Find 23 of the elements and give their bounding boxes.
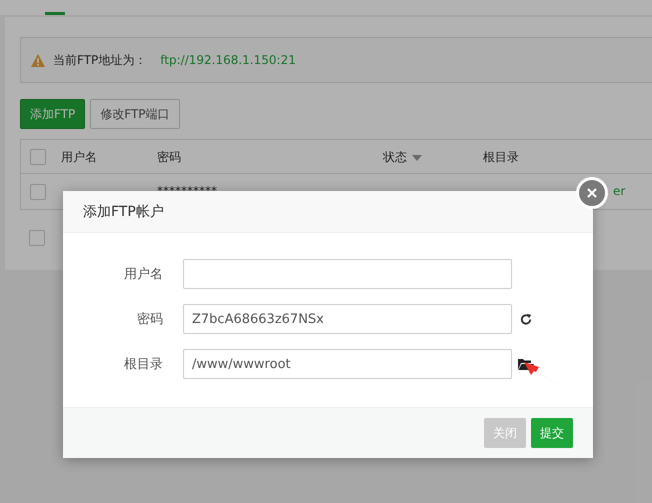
- warning-icon: [31, 54, 45, 66]
- toolbar-button[interactable]: 修改FTP端口: [90, 99, 180, 129]
- input-field[interactable]: /www/wwwroot: [183, 349, 512, 379]
- input-field[interactable]: [183, 259, 512, 289]
- field-label: 用户名: [123, 266, 163, 283]
- checkbox[interactable]: [29, 230, 45, 246]
- checkbox[interactable]: [30, 148, 46, 164]
- alert-text: 当前FTP地址为：: [53, 52, 146, 68]
- checkbox[interactable]: [30, 184, 46, 200]
- column-header[interactable]: 根目录: [483, 149, 519, 166]
- table-cell: er: [613, 184, 626, 198]
- refresh-icon[interactable]: [518, 312, 534, 326]
- ftp-address: ftp://192.168.1.150:21: [160, 53, 296, 67]
- tab-indicator: [45, 12, 65, 15]
- dialog-title: 添加FTP帐户: [83, 202, 164, 220]
- column-header[interactable]: 用户名: [61, 149, 97, 166]
- password-cell: **********: [157, 184, 217, 198]
- input-field[interactable]: Z7bcA68663z67NSx: [183, 304, 512, 334]
- field-label: 密码: [136, 311, 163, 328]
- column-header[interactable]: 状态: [383, 149, 422, 166]
- column-header[interactable]: 密码: [157, 149, 181, 166]
- field-label: 根目录: [123, 356, 163, 373]
- sort-caret-icon[interactable]: [412, 154, 422, 161]
